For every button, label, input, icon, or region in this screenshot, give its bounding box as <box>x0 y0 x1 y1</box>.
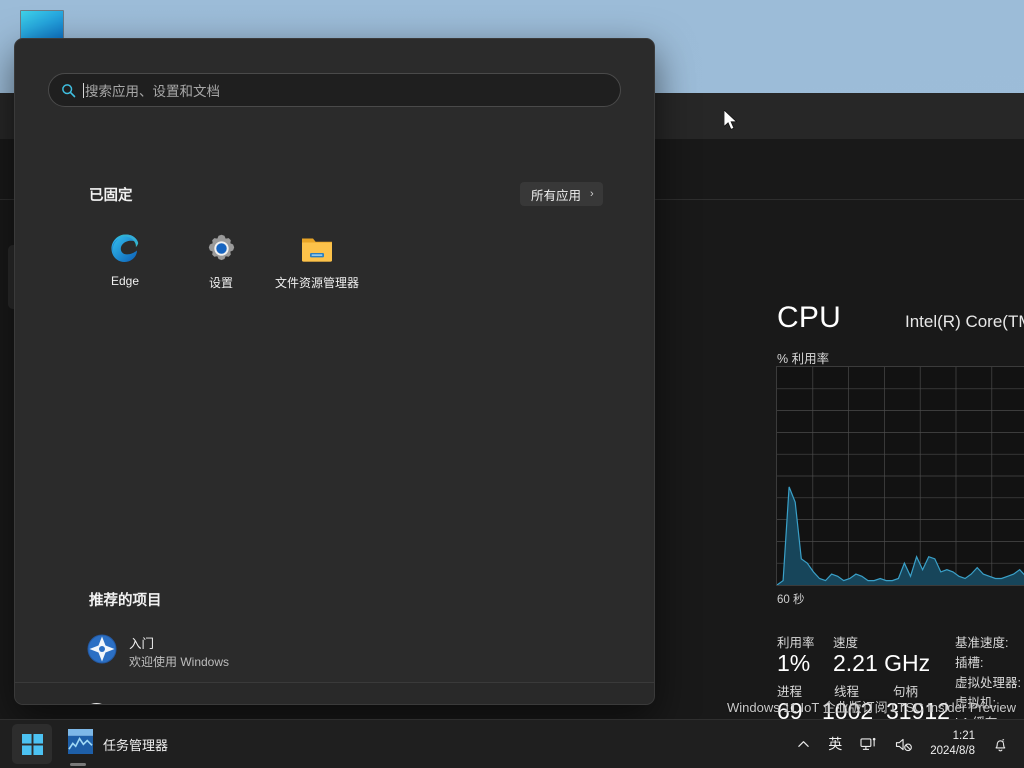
all-apps-button[interactable]: 所有应用 › <box>520 182 603 206</box>
search-icon <box>61 83 76 98</box>
start-button[interactable] <box>12 724 52 764</box>
chevron-right-icon: › <box>590 188 594 200</box>
windows-logo-icon <box>21 733 43 755</box>
cpu-graph-time-label: 60 秒 <box>777 594 805 606</box>
search-caret <box>83 82 84 98</box>
taskbar-app-label: 任务管理器 <box>103 737 169 753</box>
clock-button[interactable]: 1:21 2024/8/8 <box>922 729 983 759</box>
pinned-app-label: 文件资源管理器 <box>274 276 359 290</box>
stat-label-utilization: 利用率 <box>777 636 815 650</box>
recommended-item-get-started[interactable]: 入门 欢迎使用 Windows <box>77 629 357 673</box>
cpu-heading: CPU <box>777 301 841 334</box>
watermark-line-1: Windows 11 IoT 企业版订阅 LTSC Insider Previe… <box>727 700 1016 715</box>
volume-muted-icon <box>896 738 913 751</box>
gear-icon <box>204 231 238 265</box>
pinned-apps-grid: Edge 设置 文件资源管理器 <box>77 225 365 296</box>
start-menu[interactable]: 搜索应用、设置和文档 已固定 所有应用 › Edge 设置 文件资源管理器 推荐… <box>14 38 655 705</box>
pinned-app-file-explorer[interactable]: 文件资源管理器 <box>269 225 365 296</box>
avatar <box>81 703 112 704</box>
edge-icon <box>108 231 142 265</box>
network-icon <box>860 737 876 750</box>
system-tray[interactable]: 英 1:21 2024/8/8 z <box>788 720 1018 768</box>
recommended-item-title: 入门 <box>129 636 155 651</box>
stat-value-utilization: 1% <box>777 650 811 676</box>
taskbar[interactable]: 任务管理器 英 1:21 2024/8/8 z <box>0 719 1024 768</box>
cpu-graph-area <box>777 486 1024 585</box>
network-button[interactable] <box>851 724 886 764</box>
taskbar-app-active-indicator <box>70 763 86 766</box>
pinned-section-header: 已固定 <box>89 188 133 204</box>
task-manager-icon <box>68 729 93 759</box>
cpu-graph-line <box>777 486 1024 585</box>
pinned-app-edge[interactable]: Edge <box>77 225 173 296</box>
start-menu-footer: Administrator <box>15 683 654 704</box>
stat-value-speed: 2.21 GHz <box>833 650 931 676</box>
pinned-app-label: 设置 <box>208 276 233 290</box>
svg-text:z: z <box>1002 737 1005 743</box>
stat-label-speed: 速度 <box>833 636 859 650</box>
recommended-item-subtitle: 欢迎使用 Windows <box>129 654 230 669</box>
volume-button[interactable] <box>886 724 922 764</box>
label-sockets: 插槽: <box>955 656 984 670</box>
cpu-model-name: Intel(R) Core(TM) <box>905 312 1024 331</box>
cpu-utilization-graph <box>776 366 1024 586</box>
cpu-graph-gridlines <box>777 367 1024 585</box>
power-button[interactable] <box>573 699 609 704</box>
cpu-graph-axis-label: % 利用率 <box>777 352 830 366</box>
ime-indicator[interactable]: 英 <box>819 724 851 764</box>
notification-bell-dnd-icon: z <box>995 737 1006 751</box>
user-account-button[interactable]: Administrator <box>77 699 210 704</box>
clock-date: 2024/8/8 <box>930 745 975 757</box>
recommended-section-header: 推荐的项目 <box>89 593 162 609</box>
folder-icon <box>300 231 334 265</box>
clock-time: 1:21 <box>952 730 975 742</box>
chevron-up-icon <box>798 740 809 747</box>
pinned-app-settings[interactable]: 设置 <box>173 225 269 296</box>
search-placeholder: 搜索应用、设置和文档 <box>85 84 220 99</box>
screen: CPU 1% 2.21 GHz 内存 2.5/8.0 GB (32%) 磁盘 0… <box>0 0 1024 768</box>
tray-overflow-button[interactable] <box>788 724 819 764</box>
label-virtual-processors: 虚拟处理器: <box>955 676 1021 690</box>
all-apps-label: 所有应用 <box>531 188 582 203</box>
label-base-speed: 基准速度: <box>955 636 1009 650</box>
cpu-graph-svg <box>777 367 1024 585</box>
get-started-icon <box>87 634 117 669</box>
taskbar-app-task-manager[interactable]: 任务管理器 <box>62 724 180 764</box>
ime-label: 英 <box>828 736 843 752</box>
pinned-app-label: Edge <box>110 274 140 288</box>
search-input[interactable]: 搜索应用、设置和文档 <box>48 73 621 107</box>
notification-center-button[interactable]: z <box>983 724 1018 764</box>
